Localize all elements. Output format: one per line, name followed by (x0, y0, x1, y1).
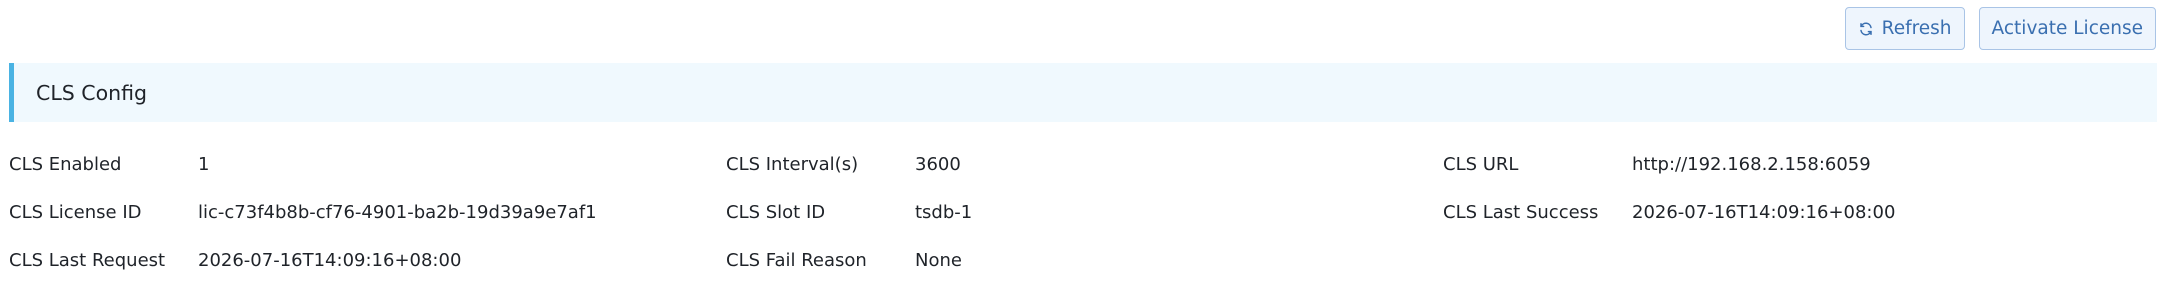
refresh-button-label: Refresh (1881, 18, 1952, 39)
config-row: CLS Enabled 1 CLS Interval(s) 3600 CLS U… (0, 150, 2163, 180)
cls-fail-reason-value: None (915, 250, 962, 271)
cls-interval-label: CLS Interval(s) (726, 154, 859, 175)
cls-slot-id-value: tsdb-1 (915, 202, 973, 223)
cls-interval-value: 3600 (915, 154, 961, 175)
cls-config-page: Refresh Activate License CLS Config CLS … (0, 0, 2163, 308)
cls-url-label: CLS URL (1443, 154, 1519, 175)
refresh-button[interactable]: Refresh (1844, 7, 1965, 50)
refresh-icon (1858, 21, 1874, 37)
section-title: CLS Config (36, 80, 148, 105)
cls-fail-reason-label: CLS Fail Reason (726, 250, 867, 271)
cls-url-value: http://192.168.2.158:6059 (1632, 154, 1871, 175)
section-header: CLS Config (9, 63, 2157, 122)
cls-enabled-label: CLS Enabled (9, 154, 122, 175)
config-row: CLS License ID lic-c73f4b8b-cf76-4901-ba… (0, 198, 2163, 228)
cls-enabled-value: 1 (198, 154, 210, 175)
activate-license-button[interactable]: Activate License (1978, 7, 2156, 50)
cls-license-id-value: lic-c73f4b8b-cf76-4901-ba2b-19d39a9e7af1 (198, 202, 597, 223)
config-row: CLS Last Request 2026-07-16T14:09:16+08:… (0, 246, 2163, 276)
activate-license-button-label: Activate License (1991, 18, 2143, 39)
cls-last-request-value: 2026-07-16T14:09:16+08:00 (198, 250, 462, 271)
toolbar: Refresh Activate License (1844, 7, 2156, 50)
cls-slot-id-label: CLS Slot ID (726, 202, 826, 223)
cls-last-request-label: CLS Last Request (9, 250, 166, 271)
cls-last-success-label: CLS Last Success (1443, 202, 1599, 223)
cls-last-success-value: 2026-07-16T14:09:16+08:00 (1632, 202, 1896, 223)
cls-license-id-label: CLS License ID (9, 202, 142, 223)
